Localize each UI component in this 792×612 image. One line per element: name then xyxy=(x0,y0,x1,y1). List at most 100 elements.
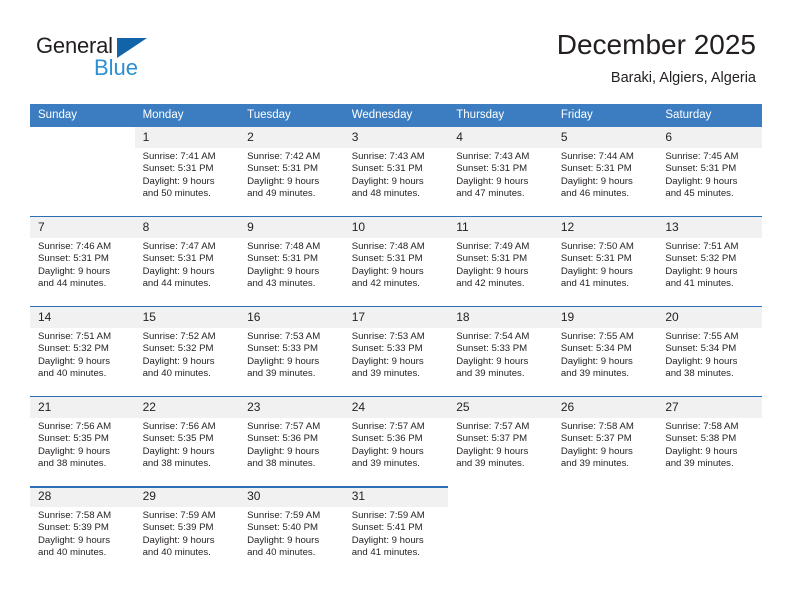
day-number[interactable]: 23 xyxy=(239,397,344,418)
day-number[interactable]: 2 xyxy=(239,127,344,148)
day-number[interactable]: 22 xyxy=(135,397,240,418)
day-cell[interactable]: Sunrise: 7:48 AM Sunset: 5:31 PM Daylight:… xyxy=(344,238,449,306)
day-sunset: Sunset: 5:31 PM xyxy=(247,253,319,265)
day-daylight-line2: and 39 minutes. xyxy=(351,367,420,379)
week-detail-band: Sunrise: 7:46 AM Sunset: 5:31 PM Daylight:… xyxy=(30,238,762,306)
day-cell[interactable]: Sunrise: 7:43 AM Sunset: 5:31 PM Daylight:… xyxy=(344,148,449,216)
day-number[interactable]: 27 xyxy=(657,397,762,418)
day-sunrise: Sunrise: 7:48 AM xyxy=(247,241,321,252)
day-daylight-line2: and 38 minutes. xyxy=(665,367,734,379)
day-daylight-line1: Daylight: 9 hours xyxy=(38,534,110,546)
day-sunrise: Sunrise: 7:57 AM xyxy=(456,421,530,432)
day-cell[interactable]: Sunrise: 7:53 AM Sunset: 5:33 PM Daylight:… xyxy=(239,328,344,396)
day-number[interactable]: 30 xyxy=(239,486,344,507)
day-cell[interactable]: Sunrise: 7:59 AM Sunset: 5:39 PM Daylight:… xyxy=(135,507,240,575)
week-date-band: 7 8 9 10 11 12 13 xyxy=(30,216,762,238)
day-cell[interactable]: Sunrise: 7:56 AM Sunset: 5:35 PM Daylight:… xyxy=(135,418,240,486)
day-sunrise: Sunrise: 7:50 AM xyxy=(560,241,634,252)
day-daylight-line2: and 42 minutes. xyxy=(456,277,525,289)
day-number[interactable]: 16 xyxy=(239,307,344,328)
day-cell[interactable]: Sunrise: 7:58 AM Sunset: 5:38 PM Daylight:… xyxy=(657,418,762,486)
day-cell[interactable]: Sunrise: 7:42 AM Sunset: 5:31 PM Daylight:… xyxy=(239,148,344,216)
day-cell[interactable]: Sunrise: 7:49 AM Sunset: 5:31 PM Daylight:… xyxy=(448,238,553,306)
day-cell[interactable]: Sunrise: 7:52 AM Sunset: 5:32 PM Daylight:… xyxy=(135,328,240,396)
day-sunrise: Sunrise: 7:43 AM xyxy=(351,151,425,162)
day-cell[interactable]: Sunrise: 7:55 AM Sunset: 5:34 PM Daylight:… xyxy=(553,328,658,396)
day-number[interactable]: 8 xyxy=(135,217,240,238)
day-number[interactable]: 21 xyxy=(30,397,135,418)
day-cell[interactable]: Sunrise: 7:57 AM Sunset: 5:36 PM Daylight:… xyxy=(344,418,449,486)
day-sunrise: Sunrise: 7:58 AM xyxy=(38,510,112,521)
day-sunrise: Sunrise: 7:57 AM xyxy=(247,421,321,432)
day-daylight-line2: and 41 minutes. xyxy=(665,277,734,289)
day-number[interactable]: 26 xyxy=(553,397,658,418)
day-daylight-line2: and 39 minutes. xyxy=(247,367,316,379)
day-cell[interactable]: Sunrise: 7:51 AM Sunset: 5:32 PM Daylight:… xyxy=(30,328,135,396)
day-daylight-line2: and 39 minutes. xyxy=(456,457,525,469)
day-sunrise: Sunrise: 7:59 AM xyxy=(247,510,321,521)
day-number[interactable]: 10 xyxy=(344,217,449,238)
day-sunrise: Sunrise: 7:49 AM xyxy=(456,241,530,252)
day-number-empty xyxy=(552,486,658,507)
calendar-week-row: 7 8 9 10 11 12 13 Sunrise: 7:46 AM Sunset: 5:31 … xyxy=(30,216,762,306)
day-number[interactable]: 14 xyxy=(30,307,135,328)
day-cell[interactable]: Sunrise: 7:46 AM Sunset: 5:31 PM Daylight:… xyxy=(30,238,135,306)
week-detail-band: Sunrise: 7:51 AM Sunset: 5:32 PM Daylight:… xyxy=(30,328,762,396)
day-cell[interactable]: Sunrise: 7:57 AM Sunset: 5:36 PM Daylight:… xyxy=(239,418,344,486)
day-sunset: Sunset: 5:31 PM xyxy=(456,253,528,265)
day-cell[interactable]: Sunrise: 7:41 AM Sunset: 5:31 PM Daylight:… xyxy=(135,148,240,216)
day-daylight-line2: and 38 minutes. xyxy=(142,457,211,469)
day-number[interactable]: 31 xyxy=(344,486,449,507)
day-number[interactable]: 29 xyxy=(135,486,240,507)
day-number[interactable]: 18 xyxy=(448,307,553,328)
day-cell[interactable]: Sunrise: 7:58 AM Sunset: 5:37 PM Daylight:… xyxy=(553,418,658,486)
day-cell[interactable]: Sunrise: 7:55 AM Sunset: 5:34 PM Daylight:… xyxy=(657,328,762,396)
day-number[interactable]: 15 xyxy=(135,307,240,328)
day-cell[interactable]: Sunrise: 7:48 AM Sunset: 5:31 PM Daylight:… xyxy=(239,238,344,306)
day-cell[interactable]: Sunrise: 7:59 AM Sunset: 5:40 PM Daylight:… xyxy=(239,507,344,575)
day-sunset: Sunset: 5:33 PM xyxy=(247,343,319,355)
day-number[interactable]: 4 xyxy=(448,127,553,148)
day-sunrise: Sunrise: 7:57 AM xyxy=(351,421,425,432)
calendar-page: General Blue December 2025 Baraki, Algie… xyxy=(0,0,792,612)
day-daylight-line2: and 42 minutes. xyxy=(351,277,420,289)
day-sunrise: Sunrise: 7:55 AM xyxy=(560,331,634,342)
day-number[interactable]: 24 xyxy=(344,397,449,418)
day-number[interactable]: 11 xyxy=(448,217,553,238)
day-sunset: Sunset: 5:36 PM xyxy=(247,433,319,445)
day-daylight-line2: and 40 minutes. xyxy=(247,546,316,558)
day-cell[interactable]: Sunrise: 7:47 AM Sunset: 5:31 PM Daylight:… xyxy=(135,238,240,306)
day-cell[interactable]: Sunrise: 7:44 AM Sunset: 5:31 PM Daylight:… xyxy=(553,148,658,216)
day-number[interactable]: 3 xyxy=(344,127,449,148)
day-cell[interactable]: Sunrise: 7:58 AM Sunset: 5:39 PM Daylight:… xyxy=(30,507,135,575)
day-number[interactable]: 5 xyxy=(553,127,658,148)
day-cell[interactable]: Sunrise: 7:53 AM Sunset: 5:33 PM Daylight:… xyxy=(344,328,449,396)
calendar-week-row: 28 29 30 31 Sunrise: 7:58 AM Sunset: 5:39 PM D… xyxy=(30,486,762,575)
day-number[interactable]: 6 xyxy=(657,127,762,148)
day-number[interactable]: 1 xyxy=(135,127,240,148)
day-cell[interactable]: Sunrise: 7:45 AM Sunset: 5:31 PM Daylight:… xyxy=(657,148,762,216)
day-daylight-line2: and 45 minutes. xyxy=(665,187,734,199)
general-blue-logo[interactable]: General Blue xyxy=(36,33,216,89)
day-number[interactable]: 19 xyxy=(553,307,658,328)
day-number[interactable]: 9 xyxy=(239,217,344,238)
day-number[interactable]: 28 xyxy=(30,486,135,507)
day-cell[interactable]: Sunrise: 7:57 AM Sunset: 5:37 PM Daylight:… xyxy=(448,418,553,486)
day-cell[interactable]: Sunrise: 7:51 AM Sunset: 5:32 PM Daylight:… xyxy=(657,238,762,306)
day-cell[interactable]: Sunrise: 7:54 AM Sunset: 5:33 PM Daylight:… xyxy=(448,328,553,396)
day-sunrise: Sunrise: 7:45 AM xyxy=(665,151,739,162)
day-sunset: Sunset: 5:31 PM xyxy=(351,163,423,175)
day-number[interactable]: 12 xyxy=(553,217,658,238)
day-daylight-line1: Daylight: 9 hours xyxy=(142,355,215,367)
day-number[interactable]: 7 xyxy=(30,217,135,238)
day-number[interactable]: 25 xyxy=(448,397,553,418)
day-cell[interactable]: Sunrise: 7:59 AM Sunset: 5:41 PM Daylight:… xyxy=(344,507,449,575)
day-number[interactable]: 17 xyxy=(344,307,449,328)
day-cell[interactable]: Sunrise: 7:56 AM Sunset: 5:35 PM Daylight:… xyxy=(30,418,135,486)
day-cell[interactable]: Sunrise: 7:50 AM Sunset: 5:31 PM Daylight:… xyxy=(553,238,658,306)
day-number[interactable]: 20 xyxy=(657,307,762,328)
calendar-week-row: 21 22 23 24 25 26 27 Sunrise: 7:56 AM Sunset: 5:… xyxy=(30,396,762,486)
day-number[interactable]: 13 xyxy=(657,217,762,238)
day-sunset: Sunset: 5:34 PM xyxy=(665,343,737,355)
day-cell[interactable]: Sunrise: 7:43 AM Sunset: 5:31 PM Daylight:… xyxy=(448,148,553,216)
